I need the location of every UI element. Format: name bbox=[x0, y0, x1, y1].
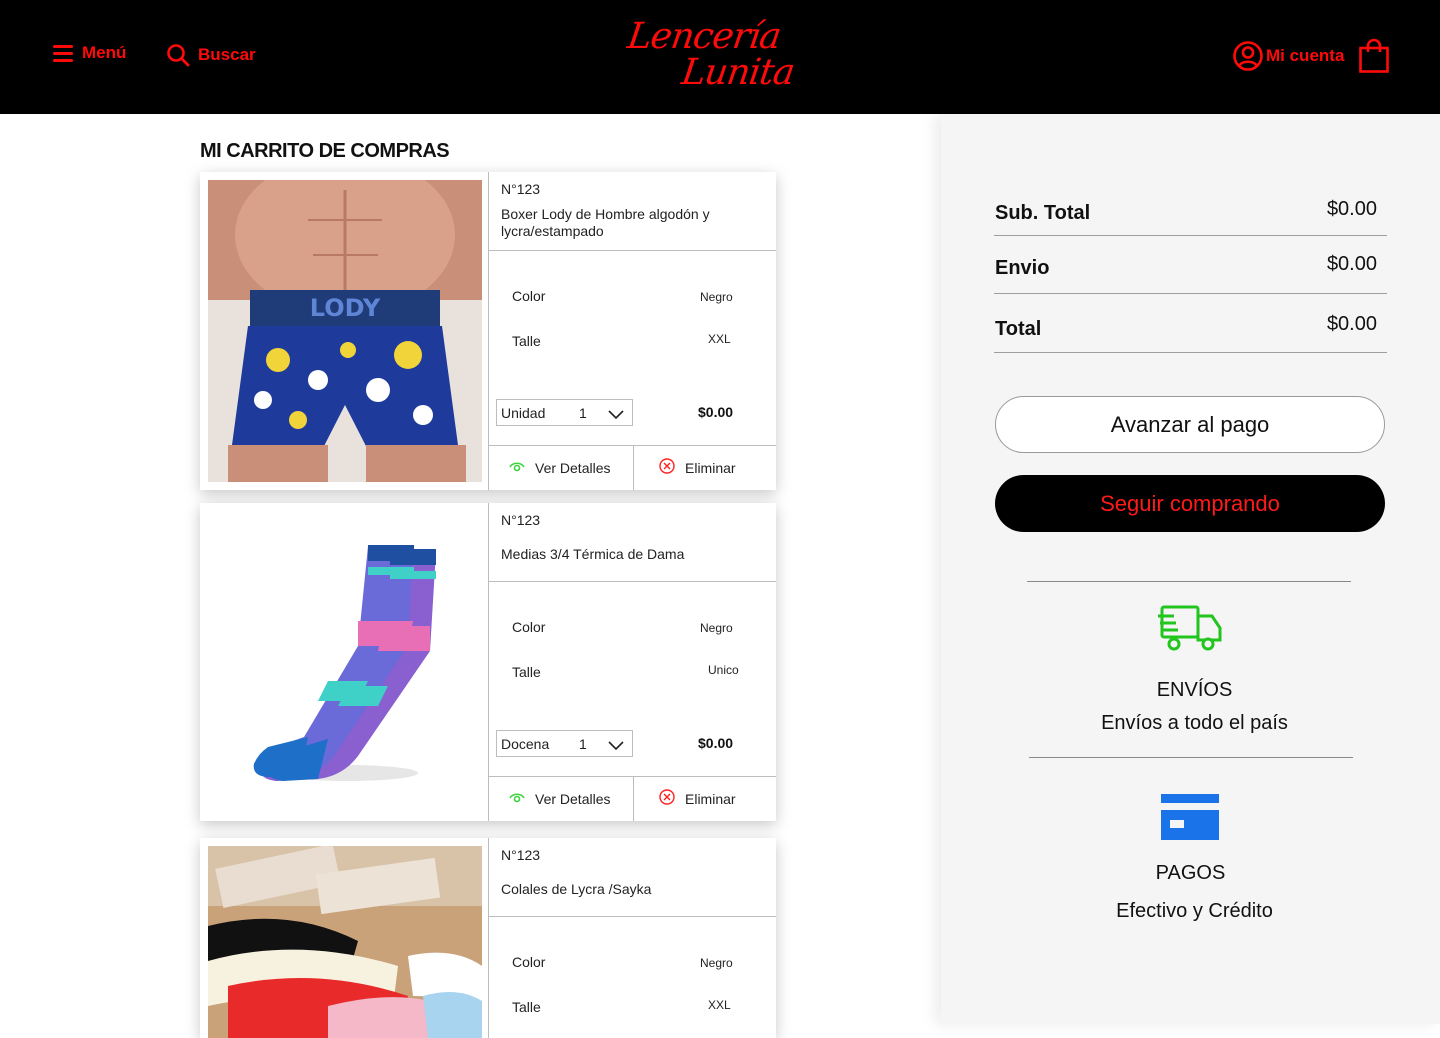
item-code: N°123 bbox=[501, 181, 541, 197]
continue-shopping-button[interactable]: Seguir comprando bbox=[995, 475, 1385, 532]
shopping-bag-icon bbox=[1358, 38, 1390, 74]
size-label: Talle bbox=[512, 664, 541, 680]
total-label: Total bbox=[995, 318, 1042, 340]
remove-button[interactable]: Eliminar bbox=[659, 776, 736, 821]
item-name: Medias 3/4 Térmica de Dama bbox=[501, 546, 685, 562]
cart-item-card: N°123 Medias 3/4 Térmica de Dama Color N… bbox=[200, 503, 776, 821]
shipping-feature-title: ENVÍOS bbox=[1156, 679, 1233, 701]
item-code: N°123 bbox=[501, 847, 541, 863]
size-label: Talle bbox=[512, 333, 541, 349]
card-divider bbox=[488, 503, 489, 821]
view-details-label: Ver Detalles bbox=[535, 790, 611, 807]
view-details-button[interactable]: Ver Detalles bbox=[509, 776, 610, 821]
chevron-down-icon bbox=[608, 407, 624, 423]
svg-text:LODY: LODY bbox=[310, 294, 381, 322]
divider bbox=[489, 250, 776, 251]
chevron-down-icon bbox=[608, 738, 624, 754]
color-value: Negro bbox=[700, 290, 733, 304]
logo-line-1: Lencería bbox=[625, 16, 783, 57]
card-divider bbox=[488, 838, 489, 1038]
subtotal-label: Sub. Total bbox=[995, 202, 1091, 224]
divider bbox=[1027, 581, 1351, 582]
action-divider bbox=[633, 776, 634, 821]
top-header: Menú Buscar Lencería Lunita Mi cuenta bbox=[0, 0, 1440, 114]
product-image-socks[interactable] bbox=[208, 511, 482, 813]
hamburger-menu-icon bbox=[52, 43, 74, 63]
divider bbox=[994, 293, 1387, 294]
payments-feature-text: Efectivo y Crédito bbox=[1116, 900, 1273, 922]
close-circle-icon bbox=[659, 789, 675, 808]
order-summary-panel: Sub. Total $0.00 Envio $0.00 Total $0.00… bbox=[941, 114, 1440, 1024]
card-divider bbox=[488, 172, 489, 490]
unit-type: Unidad bbox=[501, 405, 546, 421]
search-icon bbox=[166, 43, 190, 67]
close-circle-icon bbox=[659, 458, 675, 477]
size-value: Unico bbox=[708, 663, 739, 677]
remove-label: Eliminar bbox=[685, 459, 736, 476]
quantity-value: 1 bbox=[579, 736, 587, 752]
product-image-panties[interactable] bbox=[208, 846, 482, 1038]
menu-label: Menú bbox=[82, 43, 127, 62]
shipping-feature-text: Envíos a todo el país bbox=[1101, 712, 1288, 734]
quantity-select[interactable]: Unidad 1 bbox=[496, 399, 633, 426]
cart-item-card: LODY N°123 Boxer Lody de Hombre algodón … bbox=[200, 172, 776, 490]
subtotal-value: $0.00 bbox=[1326, 198, 1377, 220]
account-button[interactable]: Mi cuenta bbox=[1232, 40, 1344, 72]
page-title: MI CARRITO DE COMPRAS bbox=[200, 140, 450, 162]
divider bbox=[994, 352, 1387, 353]
remove-button[interactable]: Eliminar bbox=[659, 445, 736, 490]
size-value: XXL bbox=[708, 332, 731, 346]
action-divider bbox=[633, 445, 634, 490]
cart-item-card: N°123 Colales de Lycra /Sayka Color Negr… bbox=[200, 838, 776, 1038]
unit-type: Docena bbox=[501, 736, 550, 752]
quantity-select[interactable]: Docena 1 bbox=[496, 730, 633, 757]
search-label: Buscar bbox=[198, 45, 256, 64]
eye-icon bbox=[509, 791, 525, 807]
item-price: $0.00 bbox=[698, 735, 734, 751]
menu-button[interactable]: Menú bbox=[52, 43, 126, 63]
item-name: Colales de Lycra /Sayka bbox=[501, 881, 652, 897]
size-value: XXL bbox=[708, 998, 731, 1012]
shipping-value: $0.00 bbox=[1326, 253, 1377, 275]
brand-logo[interactable]: Lencería Lunita bbox=[620, 12, 800, 102]
divider bbox=[994, 235, 1387, 236]
divider bbox=[489, 581, 776, 582]
item-code: N°123 bbox=[501, 512, 541, 528]
view-details-button[interactable]: Ver Detalles bbox=[509, 445, 610, 490]
eye-icon bbox=[509, 460, 525, 476]
divider bbox=[1029, 757, 1353, 758]
delivery-truck-icon bbox=[1158, 604, 1224, 657]
payments-feature-title: PAGOS bbox=[1155, 862, 1226, 884]
credit-card-icon bbox=[1161, 794, 1221, 845]
item-price: $0.00 bbox=[698, 404, 734, 420]
view-details-label: Ver Detalles bbox=[535, 459, 611, 476]
proceed-to-payment-button[interactable]: Avanzar al pago bbox=[995, 396, 1385, 453]
color-value: Negro bbox=[700, 956, 733, 970]
total-value: $0.00 bbox=[1326, 313, 1377, 335]
divider bbox=[489, 916, 776, 917]
color-label: Color bbox=[512, 288, 546, 304]
quantity-value: 1 bbox=[579, 405, 587, 421]
account-label: Mi cuenta bbox=[1266, 46, 1345, 65]
cart-button[interactable] bbox=[1358, 38, 1390, 74]
search-button[interactable]: Buscar bbox=[166, 43, 256, 67]
color-label: Color bbox=[512, 619, 546, 635]
user-circle-icon bbox=[1232, 40, 1264, 72]
product-image-boxer[interactable]: LODY bbox=[208, 180, 482, 482]
color-label: Color bbox=[512, 954, 546, 970]
logo-line-2: Lunita bbox=[679, 52, 797, 93]
size-label: Talle bbox=[512, 999, 541, 1015]
item-name: Boxer Lody de Hombre algodón y lycra/est… bbox=[501, 206, 710, 239]
remove-label: Eliminar bbox=[685, 790, 736, 807]
shipping-label: Envio bbox=[995, 257, 1050, 279]
color-value: Negro bbox=[700, 621, 733, 635]
